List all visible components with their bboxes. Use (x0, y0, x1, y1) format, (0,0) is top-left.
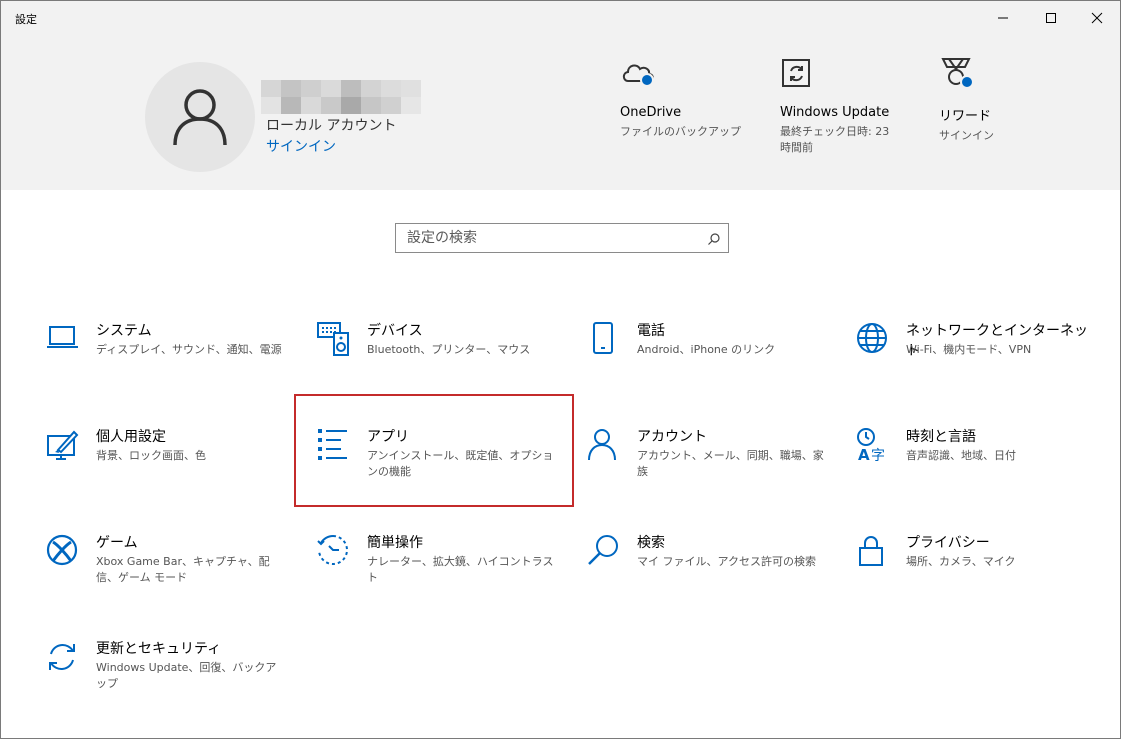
category-title: デバイス (367, 323, 423, 339)
category-phone[interactable]: 電話 Android、iPhone のリンク (587, 320, 827, 390)
search-input[interactable] (396, 224, 696, 252)
avatar[interactable] (145, 62, 255, 172)
category-description: 音声認識、地域、日付 (906, 449, 1016, 462)
category-description: マイ ファイル、アクセス許可の検索 (637, 555, 816, 568)
onedrive-title: OneDrive (620, 105, 682, 120)
category-title: 個人用設定 (96, 429, 166, 445)
category-description: Bluetooth、プリンター、マウス (367, 343, 531, 356)
windows-update-subtitle: 最終チェック日時: 23 時間前 (780, 125, 890, 154)
user-icon (173, 89, 227, 146)
account-header: ローカル アカウント サインイン OneDrive ファイルのバックアップ Wi… (1, 35, 1120, 190)
category-ease-of-access[interactable]: 簡単操作 ナレーター、拡大鏡、ハイコントラスト (317, 532, 557, 602)
onedrive-subtitle: ファイルのバックアップ (620, 125, 741, 138)
minimize-icon (998, 17, 1008, 19)
ease-of-access-icon (317, 534, 351, 568)
category-description: ディスプレイ、サウンド、通知、電源 (96, 343, 282, 356)
keyboard-speaker-icon (317, 322, 351, 356)
category-title: 簡単操作 (367, 535, 423, 551)
category-personalization[interactable]: 個人用設定 背景、ロック画面、色 (46, 426, 286, 496)
category-description: Wi-Fi、機内モード、VPN (906, 343, 1032, 356)
highlight-frame (294, 394, 574, 507)
category-description: 背景、ロック画面、色 (96, 449, 206, 462)
time-language-icon: A 字 (856, 428, 890, 464)
category-title: 時刻と言語 (906, 429, 976, 445)
category-description: Xbox Game Bar、キャプチャ、配信、ゲーム モード (96, 555, 270, 584)
category-title: 電話 (637, 323, 665, 339)
category-time-language[interactable]: A 字 時刻と言語 音声認識、地域、日付 (856, 426, 1096, 496)
category-devices[interactable]: デバイス Bluetooth、プリンター、マウス (317, 320, 557, 390)
settings-window: 設定 ローカル アカウント サインイン OneDrive ファイルのバックアップ… (0, 0, 1121, 739)
svg-text:字: 字 (871, 448, 885, 462)
settings-search-box[interactable] (395, 223, 729, 253)
category-description: アカウント、メール、同期、職場、家族 (637, 449, 824, 478)
category-description: ナレーター、拡大鏡、ハイコントラスト (367, 555, 554, 584)
signin-link[interactable]: サインイン (266, 136, 336, 156)
category-title: ゲーム (96, 535, 138, 551)
category-title: アカウント (637, 429, 707, 445)
sync-arrows-icon (46, 640, 80, 674)
lock-icon (856, 534, 890, 568)
rewards-tile[interactable]: リワード サインイン (939, 55, 1069, 144)
minimize-button[interactable] (980, 1, 1026, 35)
phone-icon (587, 322, 621, 356)
xbox-icon (46, 534, 80, 568)
person-icon (587, 428, 621, 462)
category-title: 更新とセキュリティ (96, 641, 222, 657)
search-magnifier-icon (587, 534, 621, 568)
category-search[interactable]: 検索 マイ ファイル、アクセス許可の検索 (587, 532, 827, 602)
rewards-title: リワード (939, 109, 992, 124)
onedrive-icon (620, 55, 660, 95)
maximize-button[interactable] (1028, 1, 1074, 35)
laptop-icon (46, 322, 80, 356)
close-button[interactable] (1074, 1, 1120, 35)
category-description: Windows Update、回復、バックアップ (96, 661, 277, 690)
globe-icon (856, 322, 890, 356)
maximize-icon (1046, 13, 1056, 23)
category-description: Android、iPhone のリンク (637, 343, 776, 356)
windows-update-tile[interactable]: Windows Update 最終チェック日時: 23 時間前 (780, 55, 910, 156)
category-title: システム (96, 323, 152, 339)
svg-text:A: A (858, 446, 870, 462)
windows-update-title: Windows Update (780, 105, 890, 120)
onedrive-tile[interactable]: OneDrive ファイルのバックアップ (620, 55, 750, 140)
close-icon (1091, 12, 1103, 24)
personalization-icon (46, 428, 80, 462)
category-description: 場所、カメラ、マイク (906, 555, 1016, 568)
search-icon[interactable] (707, 231, 721, 245)
title-bar[interactable]: 設定 (1, 1, 1120, 35)
account-type-label: ローカル アカウント (266, 118, 397, 134)
rewards-icon (939, 55, 979, 95)
category-system[interactable]: システム ディスプレイ、サウンド、通知、電源 (46, 320, 286, 390)
rewards-subtitle: サインイン (939, 129, 994, 142)
window-title: 設定 (15, 13, 37, 26)
category-network[interactable]: ネットワークとインターネット Wi-Fi、機内モード、VPN (856, 320, 1096, 390)
windows-update-icon (780, 55, 820, 95)
category-privacy[interactable]: プライバシー 場所、カメラ、マイク (856, 532, 1096, 602)
category-accounts[interactable]: アカウント アカウント、メール、同期、職場、家族 (587, 426, 827, 496)
category-title: 検索 (637, 535, 665, 551)
account-name-redacted (261, 80, 421, 114)
category-gaming[interactable]: ゲーム Xbox Game Bar、キャプチャ、配信、ゲーム モード (46, 532, 286, 602)
category-update-security[interactable]: 更新とセキュリティ Windows Update、回復、バックアップ (46, 638, 286, 708)
category-title: プライバシー (906, 535, 990, 551)
